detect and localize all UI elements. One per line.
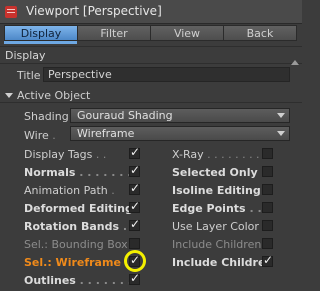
checkbox-rotation-bands[interactable] [129,217,140,231]
checkbox-animation-path[interactable] [129,181,140,195]
option-label-isoline-editing: Isoline Editing [172,184,261,197]
tab-display[interactable]: Display [4,25,78,41]
option-label-sel-bounding-box: Sel.: Bounding Box [24,238,128,251]
wire-label: Wire . [24,129,56,142]
active-tab-indicator [4,41,77,44]
highlight-ring [124,250,146,272]
option-label-selected-only: Selected Only . [172,166,266,179]
group-label: Active Object [17,89,91,102]
option-label-include-children-bbox: Include Children [172,238,262,251]
chevron-down-icon [277,113,285,118]
title-label: Title [17,69,41,82]
title-bar: Viewport [Perspective] [0,0,302,24]
checkbox-use-layer-color[interactable] [262,220,273,231]
active-object-group[interactable]: Active Object [5,89,90,102]
option-label-animation-path: Animation Path . [24,184,115,197]
checkbox-selected-only[interactable] [262,166,273,177]
option-label-rotation-bands: Rotation Bands . . [24,220,135,233]
checkbox-x-ray[interactable] [262,148,273,159]
tab-back[interactable]: Back [224,25,297,41]
option-label-outlines: Outlines . . . . . . . . [24,274,140,287]
checkbox-edge-points[interactable] [262,202,273,213]
shading-label: Shading [24,110,69,123]
shading-value: Gouraud Shading [77,109,173,122]
option-label-display-tags: Display Tags . . [24,148,107,161]
option-label-deformed-editing: Deformed Editing [24,202,133,215]
section-title: Display [5,49,46,62]
option-label-edge-points: Edge Points . . . [172,202,270,215]
chevron-down-icon [277,131,285,136]
option-label-include-children-wireframe: Include Children [172,256,274,269]
title-field[interactable]: Perspective [43,67,290,82]
wire-dropdown[interactable]: Wireframe [70,126,290,141]
option-label-use-layer-color: Use Layer Color [172,220,259,233]
collapse-arrow-icon [5,93,13,98]
tab-filter[interactable]: Filter [78,25,151,41]
checkbox-include-children-bbox[interactable] [262,238,273,249]
divider [0,63,302,64]
wire-value: Wireframe [77,127,135,140]
checkbox-deformed-editing[interactable] [129,199,140,213]
option-label-normals: Normals . . . . . . . [24,166,132,179]
divider [0,102,302,103]
tab-view[interactable]: View [151,25,224,41]
option-label-x-ray: X-Ray . . . . . . . . . [172,148,267,161]
checkbox-normals[interactable] [129,163,140,177]
window-title: Viewport [Perspective] [26,4,162,18]
app-icon [5,6,17,18]
checkbox-isoline-editing[interactable] [262,184,273,195]
scroll-up-icon[interactable] [291,60,299,65]
divider [0,46,302,47]
checkbox-sel-bounding-box[interactable] [129,238,140,249]
shading-dropdown[interactable]: Gouraud Shading [70,108,290,123]
checkbox-outlines[interactable] [129,271,140,285]
checkbox-display-tags[interactable] [129,145,140,159]
checkbox-include-children-wireframe[interactable] [262,253,273,267]
option-label-sel-wireframe: Sel.: Wireframe . [24,256,129,269]
tab-bar: Display Filter View Back [4,25,297,41]
